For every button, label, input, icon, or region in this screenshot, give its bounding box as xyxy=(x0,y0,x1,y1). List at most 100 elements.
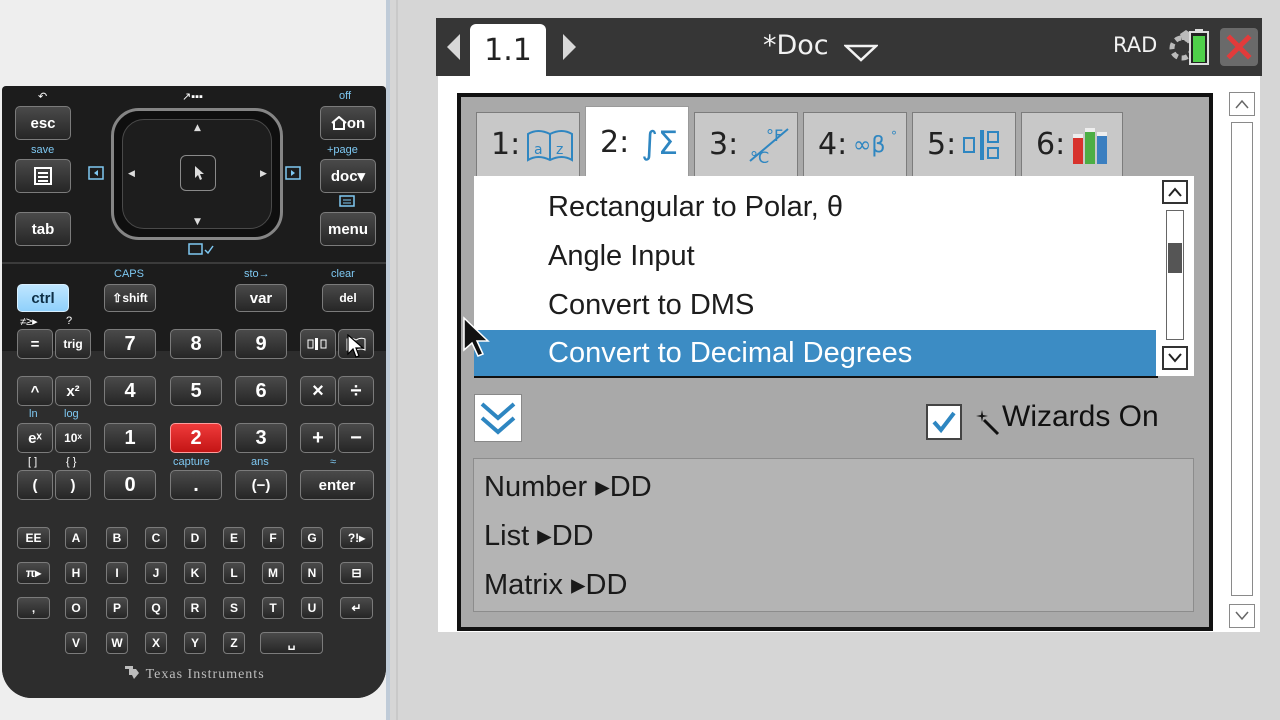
list-item[interactable]: Convert to DMS xyxy=(474,282,1156,328)
tab-catalog-3[interactable]: 3: °F °C xyxy=(694,112,798,176)
document-title[interactable]: *Doc xyxy=(763,30,829,61)
key-1[interactable]: 1 xyxy=(104,423,156,453)
key-n[interactable]: N xyxy=(301,562,323,584)
key-6[interactable]: 6 xyxy=(235,376,287,406)
exp-key[interactable]: eˣ xyxy=(17,423,53,453)
down-arrow-icon: ▼ xyxy=(194,217,201,227)
divide-key[interactable]: ÷ xyxy=(338,376,374,406)
key-w[interactable]: W xyxy=(106,632,128,654)
home-on-key[interactable]: on xyxy=(320,106,376,140)
tab-catalog-1[interactable]: 1: az xyxy=(476,112,580,176)
key-r[interactable]: R xyxy=(184,597,206,619)
pi-key[interactable]: π▸ xyxy=(17,562,50,584)
key-f[interactable]: F xyxy=(262,527,284,549)
ten-power-key[interactable]: 10ˣ xyxy=(55,423,91,453)
doc-key[interactable]: doc▾ xyxy=(320,159,376,193)
key-b[interactable]: B xyxy=(106,527,128,549)
close-button[interactable] xyxy=(1220,28,1258,66)
key-t[interactable]: T xyxy=(262,597,284,619)
wizards-label[interactable]: Wizards On xyxy=(1002,400,1159,434)
list-item[interactable]: Rectangular to Polar, θ xyxy=(474,184,1156,230)
expand-help-button[interactable] xyxy=(474,394,522,442)
menu-key[interactable]: menu xyxy=(320,212,376,246)
key-a[interactable]: A xyxy=(65,527,87,549)
key-2[interactable]: 2 xyxy=(170,423,222,453)
key-s[interactable]: S xyxy=(223,597,245,619)
plus-key[interactable]: + xyxy=(300,423,336,453)
var-key[interactable]: var xyxy=(235,284,287,312)
key-h[interactable]: H xyxy=(65,562,87,584)
key-g[interactable]: G xyxy=(301,527,323,549)
list-scroll-up-button[interactable] xyxy=(1162,180,1188,204)
key-p[interactable]: P xyxy=(106,597,128,619)
page-scrollbar[interactable] xyxy=(1231,122,1253,596)
list-item[interactable]: Angle Input xyxy=(474,233,1156,279)
page-scroll-down-button[interactable] xyxy=(1229,604,1255,628)
chevron-down-icon[interactable] xyxy=(844,44,878,62)
next-page-arrow-icon[interactable] xyxy=(563,34,576,60)
page-tab[interactable]: 1.1 xyxy=(470,24,546,76)
key-y[interactable]: Y xyxy=(184,632,206,654)
caret-key[interactable]: ^ xyxy=(17,376,53,406)
key-l[interactable]: L xyxy=(223,562,245,584)
key-5[interactable]: 5 xyxy=(170,376,222,406)
key-q[interactable]: Q xyxy=(145,597,167,619)
key-4[interactable]: 4 xyxy=(104,376,156,406)
catalog-list[interactable]: Rectangular to Polar, θ Angle Input Conv… xyxy=(474,176,1158,378)
key-e[interactable]: E xyxy=(223,527,245,549)
list-scrollbar[interactable] xyxy=(1158,176,1194,376)
key-7[interactable]: 7 xyxy=(104,329,156,359)
tab-catalog-5[interactable]: 5: xyxy=(912,112,1016,176)
touchpad[interactable]: ▲ ▼ ◀ ▶ xyxy=(111,108,283,240)
tab-catalog-2[interactable]: 2: ∫Σ xyxy=(585,106,689,178)
punctuation-key[interactable]: ?!▸ xyxy=(340,527,373,549)
flag-key[interactable]: ⊟ xyxy=(340,562,373,584)
key-v[interactable]: V xyxy=(65,632,87,654)
wizards-checkbox[interactable] xyxy=(926,404,962,440)
key-x[interactable]: X xyxy=(145,632,167,654)
equals-key[interactable]: = xyxy=(17,329,53,359)
ee-key[interactable]: EE xyxy=(17,527,50,549)
key-m[interactable]: M xyxy=(262,562,284,584)
tab-catalog-6[interactable]: 6: xyxy=(1021,112,1123,176)
list-scroll-down-button[interactable] xyxy=(1162,346,1188,370)
trig-key[interactable]: trig xyxy=(55,329,91,359)
key-o[interactable]: O xyxy=(65,597,87,619)
templates-key[interactable] xyxy=(300,329,336,359)
key-k[interactable]: K xyxy=(184,562,206,584)
decimal-key[interactable]: . xyxy=(170,470,222,500)
open-paren-key[interactable]: ( xyxy=(17,470,53,500)
return-key[interactable]: ↵ xyxy=(340,597,373,619)
key-3[interactable]: 3 xyxy=(235,423,287,453)
key-j[interactable]: J xyxy=(145,562,167,584)
multiply-key[interactable]: × xyxy=(300,376,336,406)
tab-catalog-4[interactable]: 4: ∞β ° xyxy=(803,112,907,176)
page-scroll-up-button[interactable] xyxy=(1229,92,1255,116)
key-8[interactable]: 8 xyxy=(170,329,222,359)
click-center-key[interactable] xyxy=(180,155,216,191)
key-c[interactable]: C xyxy=(145,527,167,549)
square-key[interactable]: x² xyxy=(55,376,91,406)
negative-key[interactable]: (−) xyxy=(235,470,287,500)
ctrl-key[interactable]: ctrl xyxy=(17,284,69,312)
shift-key[interactable]: ⇧shift xyxy=(104,284,156,312)
key-i[interactable]: I xyxy=(106,562,128,584)
list-scroll-track[interactable] xyxy=(1166,210,1184,340)
key-0[interactable]: 0 xyxy=(104,470,156,500)
key-9[interactable]: 9 xyxy=(235,329,287,359)
prev-page-arrow-icon[interactable] xyxy=(447,34,460,60)
key-u[interactable]: U xyxy=(301,597,323,619)
scratchpad-key[interactable] xyxy=(15,159,71,193)
key-d[interactable]: D xyxy=(184,527,206,549)
list-scroll-thumb[interactable] xyxy=(1168,243,1182,273)
enter-key[interactable]: enter xyxy=(300,470,374,500)
key-z[interactable]: Z xyxy=(223,632,245,654)
del-key[interactable]: del xyxy=(322,284,374,312)
tab-key[interactable]: tab xyxy=(15,212,71,246)
comma-key[interactable]: , xyxy=(17,597,50,619)
close-paren-key[interactable]: ) xyxy=(55,470,91,500)
esc-key[interactable]: esc xyxy=(15,106,71,140)
space-key[interactable]: ␣ xyxy=(260,632,323,654)
list-item-selected[interactable]: Convert to Decimal Degrees xyxy=(474,330,1156,376)
minus-key[interactable]: − xyxy=(338,423,374,453)
